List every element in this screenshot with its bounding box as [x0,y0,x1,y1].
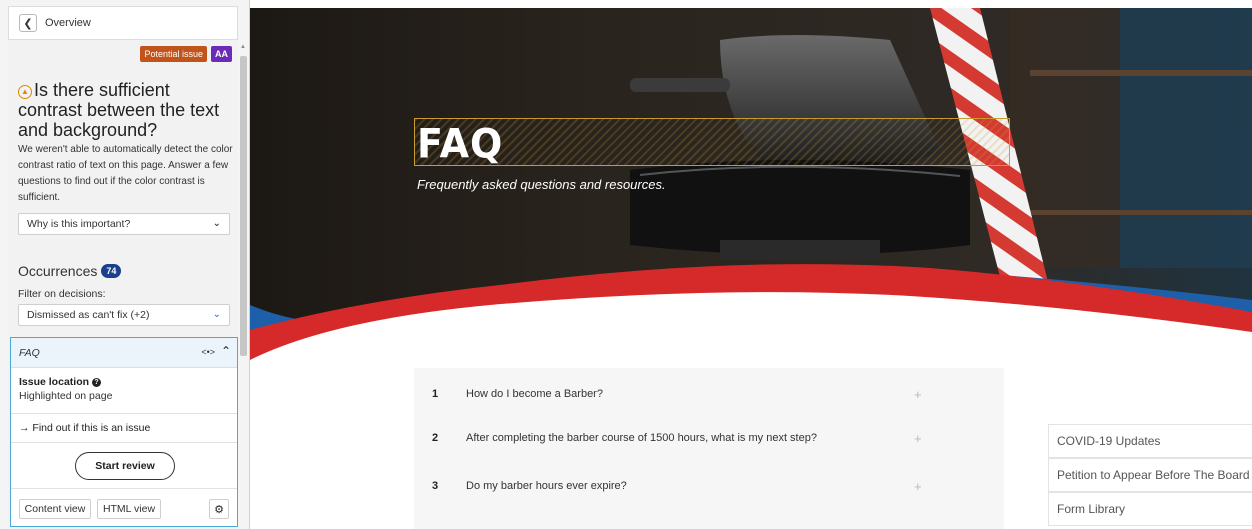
hero-subtitle: Frequently asked questions and resources… [417,177,666,192]
start-review-button[interactable]: Start review [75,452,175,480]
plus-icon[interactable]: + [914,431,922,446]
overview-label[interactable]: Overview [45,17,91,29]
warning-icon: ▲ [18,85,32,99]
occurrence-card: FAQ <•> ⌃ Issue location ? Highlighted o… [10,337,238,527]
faq-number: 2 [432,432,439,444]
faq-number: 3 [432,480,439,492]
panel-content: Potential issue AA ▲ Is there sufficient … [8,40,238,529]
conformance-level-badge: AA [211,46,232,62]
code-icon[interactable]: <•> [201,347,215,357]
scroll-up-icon[interactable]: ▲ [239,44,247,52]
hero-banner [250,0,1252,370]
help-icon[interactable]: ? [91,378,101,387]
faq-item[interactable]: 2 After completing the barber course of … [414,414,934,462]
scroll-thumb[interactable] [240,56,247,356]
occurrences-heading: Occurrences 74 [18,263,122,279]
chevron-down-icon: ⌄ [212,309,221,320]
occurrence-card-header[interactable]: FAQ <•> ⌃ [11,338,237,368]
link-form-library[interactable]: Form Library [1048,492,1252,526]
faq-question[interactable]: How do I become a Barber? [448,388,878,400]
content-view-button[interactable]: Content view [19,499,91,519]
panel-scrollbar[interactable]: ▲ [239,44,247,364]
link-petition[interactable]: Petition to Appear Before The Board [1048,458,1252,492]
issue-question-text: Is there sufficient contrast between the… [18,80,220,140]
issue-location-value: Highlighted on page [19,390,113,402]
find-out-link[interactable]: → Find out if this is an issue [11,413,237,443]
faq-item[interactable]: 1 How do I become a Barber? + [414,370,934,418]
faq-item[interactable]: 3 Do my barber hours ever expire? + [414,462,934,510]
why-important-dropdown[interactable]: Why is this important? ⌄ [18,213,230,235]
filter-label: Filter on decisions: [18,288,106,300]
chevron-left-icon: ❮ [23,17,33,30]
issue-badges: Potential issue AA [140,46,232,62]
filter-value: Dismissed as can't fix (+2) [27,309,150,321]
faq-question[interactable]: After completing the barber course of 15… [448,432,878,444]
arrow-right-icon: → [19,422,33,434]
view-toolbar: Content view HTML view ⚙ [11,488,237,526]
chevron-up-icon[interactable]: ⌃ [221,344,231,358]
issue-location-label: Issue location ? [19,376,101,388]
chevron-down-icon: ⌄ [212,218,221,229]
gear-icon: ⚙ [214,503,224,516]
occurrences-label: Occurrences [18,263,98,279]
html-view-button[interactable]: HTML view [97,499,161,519]
hero-title: FAQ [417,120,504,168]
link-covid-updates[interactable]: COVID-19 Updates [1048,424,1252,458]
issue-question: ▲ Is there sufficient contrast between th… [18,80,233,140]
issue-location-text: Issue location [19,376,90,388]
find-out-label: Find out if this is an issue [32,422,151,434]
settings-button[interactable]: ⚙ [209,499,229,519]
issue-description: We weren't able to automatically detect … [18,144,233,203]
plus-icon[interactable]: + [914,479,922,494]
panel-header: ❮ Overview [8,6,238,40]
occurrence-name: FAQ [19,346,40,359]
faq-question[interactable]: Do my barber hours ever expire? [448,480,878,492]
highlighted-region [414,118,1010,166]
plus-icon[interactable]: + [914,387,922,402]
accessibility-panel: ❮ Overview ▲ Potential issue AA ▲ Is ther… [0,0,250,529]
occurrences-count-badge: 74 [101,264,122,278]
why-important-label: Why is this important? [27,218,131,230]
faq-number: 1 [432,388,439,400]
back-button[interactable]: ❮ [19,14,37,32]
potential-issue-badge: Potential issue [140,46,207,62]
web-page: FAQ Frequently asked questions and resou… [250,0,1252,529]
filter-decisions-select[interactable]: Dismissed as can't fix (+2) ⌄ [18,304,230,326]
